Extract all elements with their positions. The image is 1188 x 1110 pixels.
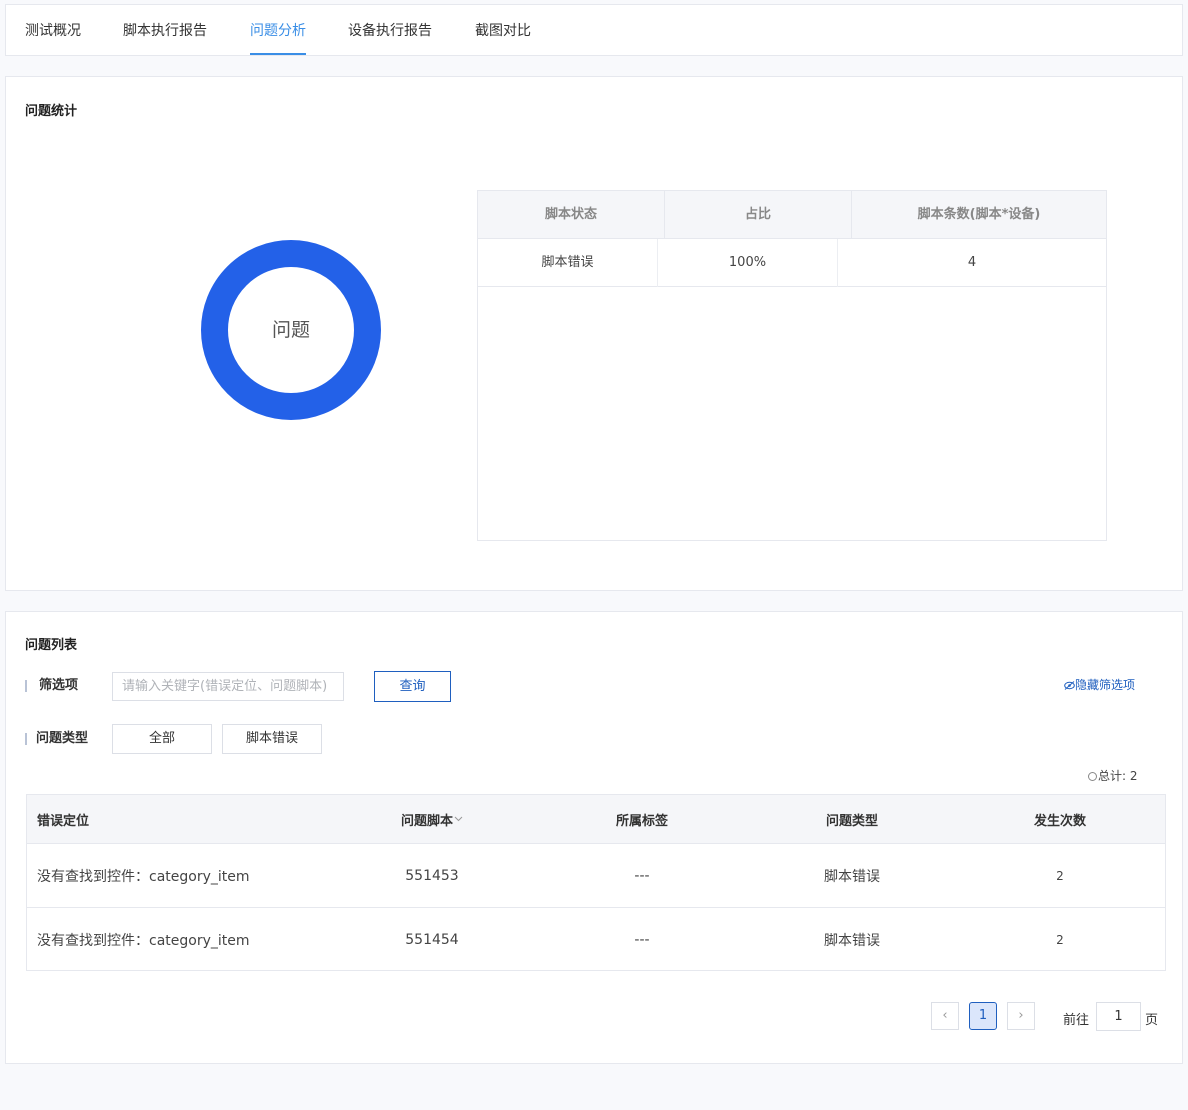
issue-stats-card: 问题统计 问题 脚本状态 占比 脚本条数(脚本*设备) 脚本错误 100% 4 bbox=[5, 76, 1183, 591]
cell-issue-script: 551454 bbox=[405, 931, 459, 948]
page-suffix: 页 bbox=[1145, 1013, 1159, 1028]
tab-test-overview[interactable]: 测试概况 bbox=[25, 5, 81, 55]
filter-label: 筛选项 bbox=[25, 679, 78, 692]
tab-screenshot-compare[interactable]: 截图对比 bbox=[475, 5, 531, 55]
stats-table-header: 脚本状态 占比 脚本条数(脚本*设备) bbox=[478, 191, 1106, 239]
cell-issue-type: 脚本错误 bbox=[824, 868, 880, 885]
issue-list-card: 问题列表 筛选项 查询 隐藏筛选项 问题类型 全部 脚本错误 总计: 2 错误定… bbox=[5, 611, 1183, 1064]
cell-tag: --- bbox=[634, 867, 650, 884]
chevron-right-icon: › bbox=[1018, 1008, 1024, 1023]
issue-table: 错误定位 问题脚本 所属标签 问题类型 发生次数 没有查找到控件：categor… bbox=[26, 794, 1166, 971]
total-label: 总计: bbox=[1098, 769, 1127, 783]
table-row: 没有查找到控件：category_item 551453 --- 脚本错误 2 bbox=[27, 843, 1165, 907]
keyword-search-input[interactable] bbox=[112, 672, 344, 701]
chevron-left-icon: ‹ bbox=[942, 1008, 948, 1023]
cell-issue-type: 脚本错误 bbox=[824, 932, 880, 949]
goto-label: 前往 bbox=[1063, 1013, 1090, 1028]
total-value: 2 bbox=[1129, 769, 1138, 783]
header-occurrences: 发生次数 bbox=[1033, 813, 1086, 829]
cell-occurrences-link[interactable]: 2 bbox=[985, 844, 1135, 907]
tab-device-report[interactable]: 设备执行报告 bbox=[348, 5, 432, 55]
query-button[interactable]: 查询 bbox=[374, 671, 451, 702]
header-error-location: 错误定位 bbox=[37, 813, 90, 829]
cell-error-location: 没有查找到控件：category_item bbox=[37, 868, 250, 885]
issue-list-title: 问题列表 bbox=[25, 638, 78, 653]
type-filter-all[interactable]: 全部 bbox=[112, 724, 212, 754]
cell-tag: --- bbox=[634, 931, 650, 948]
cell-occurrences-link[interactable]: 2 bbox=[985, 908, 1135, 971]
issue-donut-chart: 问题 bbox=[201, 240, 381, 420]
header-issue-script-label: 问题脚本 bbox=[400, 813, 453, 829]
hide-filter-label: 隐藏筛选项 bbox=[1075, 678, 1136, 692]
donut-center-label: 问题 bbox=[271, 319, 310, 341]
stats-header-count: 脚本条数(脚本*设备) bbox=[917, 207, 1041, 222]
header-issue-type: 问题类型 bbox=[825, 813, 878, 829]
page-1-button[interactable]: 1 bbox=[969, 1002, 997, 1030]
eye-off-icon bbox=[1064, 681, 1075, 690]
stats-table: 脚本状态 占比 脚本条数(脚本*设备) 脚本错误 100% 4 bbox=[477, 190, 1107, 541]
goto-page-input[interactable] bbox=[1096, 1002, 1141, 1031]
tab-script-report[interactable]: 脚本执行报告 bbox=[123, 5, 207, 55]
circle-icon bbox=[1088, 772, 1097, 781]
table-row: 没有查找到控件：category_item 551454 --- 脚本错误 2 bbox=[27, 907, 1165, 971]
tab-issue-analysis[interactable]: 问题分析 bbox=[250, 5, 306, 55]
stats-cell-ratio: 100% bbox=[658, 239, 838, 287]
issue-table-header: 错误定位 问题脚本 所属标签 问题类型 发生次数 bbox=[27, 795, 1165, 843]
next-page-button[interactable]: › bbox=[1007, 1002, 1035, 1030]
stats-header-ratio: 占比 bbox=[665, 191, 852, 239]
issue-type-label: 问题类型 bbox=[25, 732, 88, 745]
issue-stats-title: 问题统计 bbox=[25, 104, 78, 119]
stats-cell-status: 脚本错误 bbox=[478, 239, 658, 287]
tab-bar: 测试概况 脚本执行报告 问题分析 设备执行报告 截图对比 bbox=[5, 4, 1183, 56]
sort-chevron-icon bbox=[454, 816, 463, 822]
type-filter-script-error[interactable]: 脚本错误 bbox=[222, 724, 322, 754]
cell-issue-script: 551453 bbox=[405, 867, 459, 884]
prev-page-button[interactable]: ‹ bbox=[931, 1002, 959, 1030]
stats-header-status: 脚本状态 bbox=[478, 191, 665, 239]
stats-cell-count: 4 bbox=[967, 255, 977, 270]
stats-table-row: 脚本错误 100% 4 bbox=[478, 239, 1106, 287]
hide-filter-link[interactable]: 隐藏筛选项 bbox=[1064, 676, 1135, 693]
header-tag: 所属标签 bbox=[615, 813, 668, 829]
cell-error-location: 没有查找到控件：category_item bbox=[37, 932, 250, 949]
total-count: 总计: 2 bbox=[1088, 767, 1138, 784]
header-issue-script[interactable]: 问题脚本 bbox=[357, 795, 507, 843]
